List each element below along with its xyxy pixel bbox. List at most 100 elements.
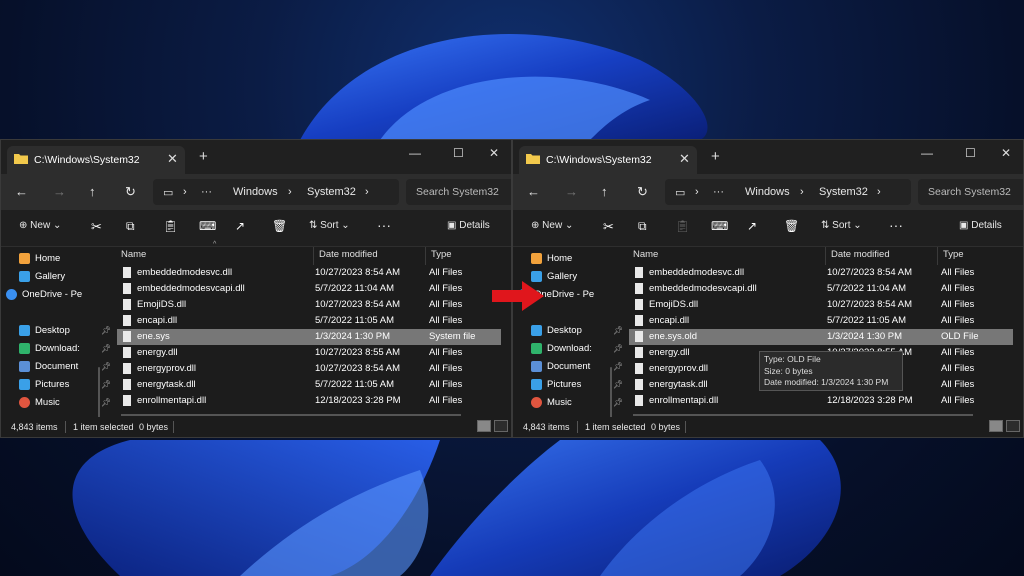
file-type: All Files [941, 363, 975, 374]
nav-label: Home [547, 253, 573, 264]
delete-icon[interactable]: 🗑︎ [784, 219, 799, 233]
file-date: 5/7/2022 11:04 AM [827, 283, 907, 294]
details-view-icon[interactable] [477, 420, 491, 432]
rename-icon[interactable]: ⌨ [199, 219, 216, 233]
desktop-icon [531, 325, 542, 336]
close-window-icon[interactable]: ✕ [1001, 146, 1011, 160]
copy-icon[interactable]: ⧉ [126, 219, 135, 234]
file-row[interactable]: energyprov.dll 10/27/2023 8:54 AM All File… [117, 361, 501, 377]
column-divider[interactable] [937, 247, 938, 265]
new-tab-icon[interactable]: + [711, 148, 720, 165]
status-divider [173, 421, 174, 433]
new-label: New [542, 220, 563, 231]
tab-system32[interactable]: C:\Windows\System32 ✕ [7, 146, 185, 174]
details-view-icon[interactable] [989, 420, 1003, 432]
more-icon[interactable]: ··· [713, 186, 724, 198]
file-row[interactable]: enrollmentapi.dll 12/18/2023 3:28 PM All F… [117, 393, 501, 409]
forward-arrow-icon[interactable]: → [53, 184, 66, 199]
tiles-view-icon[interactable] [1006, 420, 1020, 432]
cut-icon[interactable]: ✂ [91, 219, 102, 235]
breadcrumb-system32[interactable]: System32 [307, 186, 356, 198]
refresh-icon[interactable]: ↻ [637, 184, 648, 200]
nav-scrollbar[interactable] [98, 367, 100, 419]
minimize-icon[interactable]: — [409, 146, 421, 160]
back-arrow-icon[interactable]: ← [527, 184, 540, 199]
refresh-icon[interactable]: ↻ [125, 184, 136, 200]
chevron-right-icon: › [365, 186, 369, 198]
nav-scrollbar[interactable] [610, 367, 612, 419]
monitor-icon: ▭ [163, 187, 174, 199]
rename-icon[interactable]: ⌨ [711, 219, 728, 233]
file-row[interactable]: energy.dll 10/27/2023 8:55 AM All Files [117, 345, 501, 361]
music-icon [531, 397, 542, 408]
file-icon [123, 283, 131, 294]
sort-button[interactable]: ⇅ Sort ⌄ [821, 220, 862, 231]
breadcrumb[interactable]: ▭ › ··· Windows › System32 › [153, 179, 399, 205]
tiles-view-icon[interactable] [494, 420, 508, 432]
file-icon [635, 299, 643, 310]
horizontal-scrollbar[interactable] [633, 414, 973, 416]
close-window-icon[interactable]: ✕ [489, 146, 499, 160]
share-icon[interactable]: ↗ [235, 219, 245, 233]
maximize-icon[interactable]: ☐ [965, 146, 976, 160]
forward-arrow-icon[interactable]: → [565, 184, 578, 199]
column-name[interactable]: Name [121, 249, 146, 265]
column-divider[interactable] [313, 247, 314, 265]
breadcrumb-windows[interactable]: Windows [233, 186, 278, 198]
file-row[interactable]: embeddedmodesvc.dll 10/27/2023 8:54 AM All… [117, 265, 501, 281]
file-row[interactable]: EmojiDS.dll 10/27/2023 8:54 AM All Files [117, 297, 501, 313]
column-date[interactable]: Date modified [319, 249, 378, 265]
sort-button[interactable]: ⇅ Sort ⌄ [309, 220, 350, 231]
file-date: 12/18/2023 3:28 PM [827, 395, 913, 406]
close-tab-icon[interactable]: ✕ [167, 151, 178, 167]
file-row[interactable]: enrollmentapi.dll 12/18/2023 3:28 PM All F… [629, 393, 1013, 409]
close-tab-icon[interactable]: ✕ [679, 151, 690, 167]
file-row[interactable]: energytask.dll 5/7/2022 11:05 AM All Files [117, 377, 501, 393]
file-row[interactable]: embeddedmodesvc.dll 10/27/2023 8:54 AM All… [629, 265, 1013, 281]
breadcrumb-windows[interactable]: Windows [745, 186, 790, 198]
more-icon[interactable]: ··· [201, 186, 212, 198]
file-row[interactable]: encapi.dll 5/7/2022 11:05 AM All Files [117, 313, 501, 329]
new-button[interactable]: ⊕ New ⌄ [19, 220, 61, 231]
minimize-icon[interactable]: — [921, 146, 933, 160]
maximize-icon[interactable]: ☐ [453, 146, 464, 160]
status-bar: 4,843 items 1 item selected 0 bytes [1, 417, 511, 437]
new-button[interactable]: ⊕ New ⌄ [531, 220, 573, 231]
status-divider [577, 421, 578, 433]
details-button[interactable]: ▣ Details [447, 220, 490, 231]
new-tab-icon[interactable]: + [199, 148, 208, 165]
paste-icon[interactable]: 📋︎ [163, 219, 178, 233]
column-divider[interactable] [825, 247, 826, 265]
more-options-icon[interactable]: ··· [889, 217, 903, 233]
delete-icon[interactable]: 🗑︎ [272, 219, 287, 233]
column-name[interactable]: Name [633, 249, 658, 265]
details-button[interactable]: ▣ Details [959, 220, 1002, 231]
file-row[interactable]: EmojiDS.dll 10/27/2023 8:54 AM All Files [629, 297, 1013, 313]
tab-system32[interactable]: C:\Windows\System32 ✕ [519, 146, 697, 174]
cut-icon[interactable]: ✂ [603, 219, 614, 235]
more-options-icon[interactable]: ··· [377, 217, 391, 233]
horizontal-scrollbar[interactable] [121, 414, 461, 416]
column-divider[interactable] [425, 247, 426, 265]
breadcrumb-system32[interactable]: System32 [819, 186, 868, 198]
column-type[interactable]: Type [431, 249, 452, 265]
file-date: 10/27/2023 8:54 AM [315, 299, 401, 310]
up-arrow-icon[interactable]: ↑ [89, 184, 96, 199]
copy-icon[interactable]: ⧉ [638, 219, 647, 234]
file-row[interactable]: embeddedmodesvcapi.dll 5/7/2022 11:04 AM A… [629, 281, 1013, 297]
column-date[interactable]: Date modified [831, 249, 890, 265]
file-row[interactable]: encapi.dll 5/7/2022 11:05 AM All Files [629, 313, 1013, 329]
file-icon [123, 267, 131, 278]
breadcrumb[interactable]: ▭ › ··· Windows › System32 › [665, 179, 911, 205]
search-input[interactable]: Search System32 [918, 179, 1023, 205]
file-row-selected[interactable]: ene.sys 1/3/2024 1:30 PM System file [117, 329, 501, 345]
paste-icon[interactable]: 📋︎ [675, 219, 690, 233]
file-row-selected[interactable]: ene.sys.old 1/3/2024 1:30 PM OLD File [629, 329, 1013, 345]
back-arrow-icon[interactable]: ← [15, 184, 28, 199]
column-type[interactable]: Type [943, 249, 964, 265]
file-row[interactable]: embeddedmodesvcapi.dll 5/7/2022 11:04 AM A… [117, 281, 501, 297]
up-arrow-icon[interactable]: ↑ [601, 184, 608, 199]
search-input[interactable]: Search System32 [406, 179, 511, 205]
file-type: All Files [941, 347, 975, 358]
share-icon[interactable]: ↗ [747, 219, 757, 233]
